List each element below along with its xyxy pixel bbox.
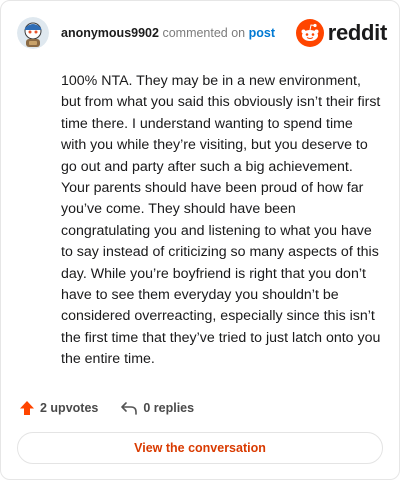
replies-button[interactable]: 0 replies [120, 400, 194, 416]
reddit-snoo-logo-icon [295, 19, 324, 47]
comment-body: 100% NTA. They may be in a new environme… [61, 73, 381, 368]
action-text: commented on [162, 26, 246, 40]
comment-actions: 2 upvotes 0 replies [19, 397, 194, 419]
replies-count: 0 replies [143, 401, 195, 415]
comment-embed-card: anonymous9902 commented on post reddit 1… [0, 0, 400, 480]
upvote-button[interactable]: 2 upvotes [19, 400, 98, 416]
view-conversation-button[interactable]: View the conversation [17, 432, 383, 464]
comment-header: anonymous9902 commented on post reddit [13, 13, 387, 53]
reddit-wordmark: reddit [327, 20, 388, 45]
snoo-avatar-icon [17, 17, 49, 49]
user-avatar[interactable] [17, 17, 49, 49]
post-link[interactable]: post [249, 26, 275, 40]
upvote-count: 2 upvotes [40, 401, 99, 415]
comment-meta: anonymous9902 commented on post [61, 26, 275, 40]
reddit-logo[interactable]: reddit [295, 19, 388, 47]
username-link[interactable]: anonymous9902 [61, 26, 159, 40]
upvote-arrow-icon [20, 401, 34, 415]
reply-arrow-icon [121, 402, 138, 415]
